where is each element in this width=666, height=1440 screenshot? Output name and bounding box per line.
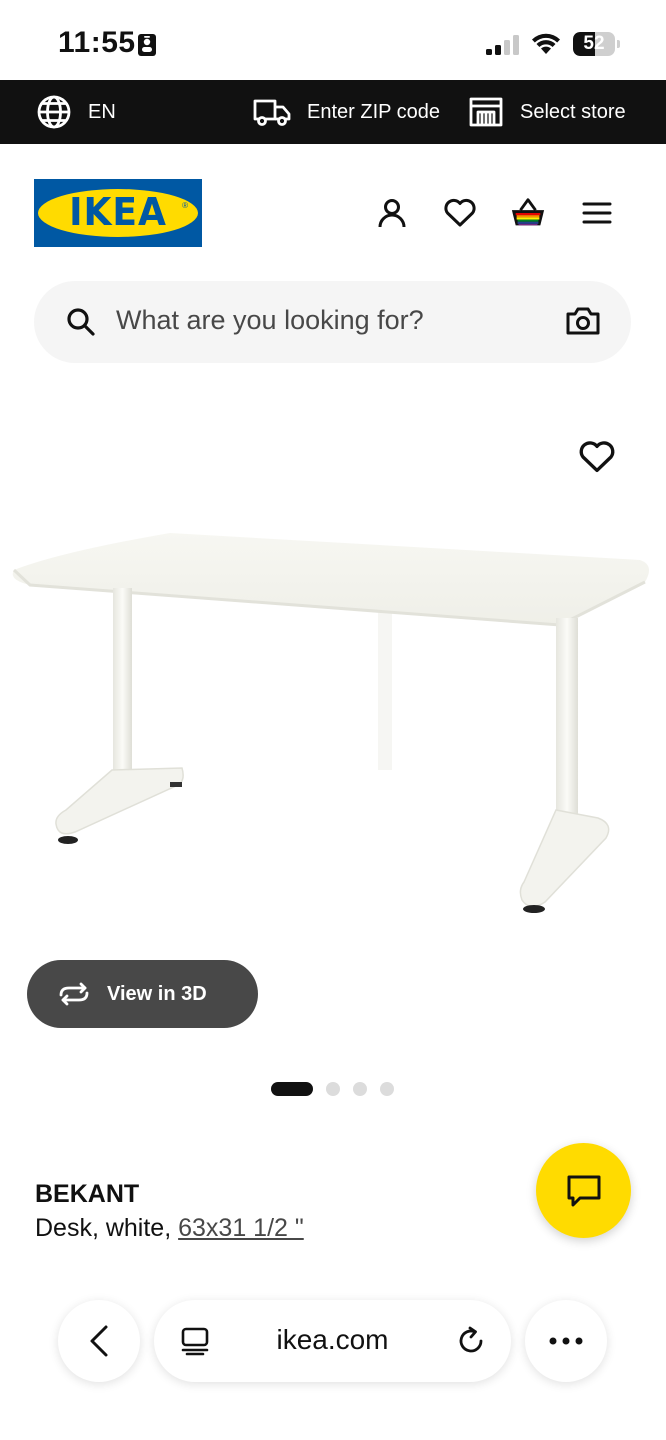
heart-icon[interactable] [442, 195, 478, 231]
save-to-favorites-icon[interactable] [578, 440, 616, 479]
battery-level: 52 [583, 33, 605, 54]
zip-code-button[interactable]: Enter ZIP code [253, 80, 440, 144]
language-label: EN [88, 100, 116, 123]
more-options-button[interactable] [525, 1300, 607, 1382]
product-image[interactable] [0, 520, 666, 920]
rotate-3d-icon [59, 982, 89, 1006]
carousel-dot[interactable] [271, 1082, 313, 1096]
more-dots-icon [549, 1337, 583, 1345]
search-icon [67, 308, 95, 336]
zip-label: Enter ZIP code [307, 100, 441, 123]
carousel-dot[interactable] [380, 1082, 394, 1096]
chevron-left-icon [90, 1325, 108, 1357]
carousel-dot[interactable] [353, 1082, 367, 1096]
status-time: 11:55 [58, 26, 136, 59]
store-icon [469, 97, 503, 127]
back-button[interactable] [58, 1300, 140, 1382]
search-placeholder: What are you looking for? [116, 305, 424, 335]
store-label: Select store [520, 100, 626, 123]
logo-text: IKEA [69, 190, 167, 234]
battery-icon: 52 [573, 32, 615, 56]
person-id-icon [137, 33, 157, 62]
product-size-link[interactable]: 63x31 1/2 " [178, 1214, 304, 1242]
view-in-3d-button[interactable]: View in 3D [27, 960, 258, 1028]
search-bar[interactable]: What are you looking for? [34, 281, 631, 363]
ikea-logo[interactable]: IKEA ® [34, 179, 202, 247]
reload-icon[interactable] [457, 1326, 487, 1356]
top-bar: EN Enter ZIP code Select store [0, 80, 666, 144]
profile-icon[interactable] [374, 195, 410, 231]
carousel-dot[interactable] [326, 1082, 340, 1096]
view-in-3d-label: View in 3D [107, 982, 207, 1005]
image-carousel-dots[interactable] [271, 1082, 394, 1096]
select-store-button[interactable]: Select store [468, 80, 626, 144]
address-bar[interactable]: ikea.com [154, 1300, 511, 1382]
logo-registered: ® [182, 201, 188, 210]
menu-icon[interactable] [579, 195, 615, 231]
globe-icon [37, 95, 71, 129]
signal-icon [485, 34, 521, 61]
chat-icon [567, 1175, 600, 1206]
chat-button[interactable] [536, 1143, 631, 1238]
truck-icon [253, 99, 291, 126]
language-selector[interactable]: EN [36, 80, 116, 144]
wifi-icon [530, 32, 562, 61]
product-name: BEKANT [35, 1180, 140, 1208]
battery-cap [617, 40, 620, 48]
cart-icon[interactable] [510, 195, 546, 231]
product-type-label: Desk, white, [35, 1214, 179, 1242]
camera-icon[interactable] [566, 305, 600, 337]
product-description: Desk, white, 63x31 1/2 " [35, 1214, 304, 1243]
